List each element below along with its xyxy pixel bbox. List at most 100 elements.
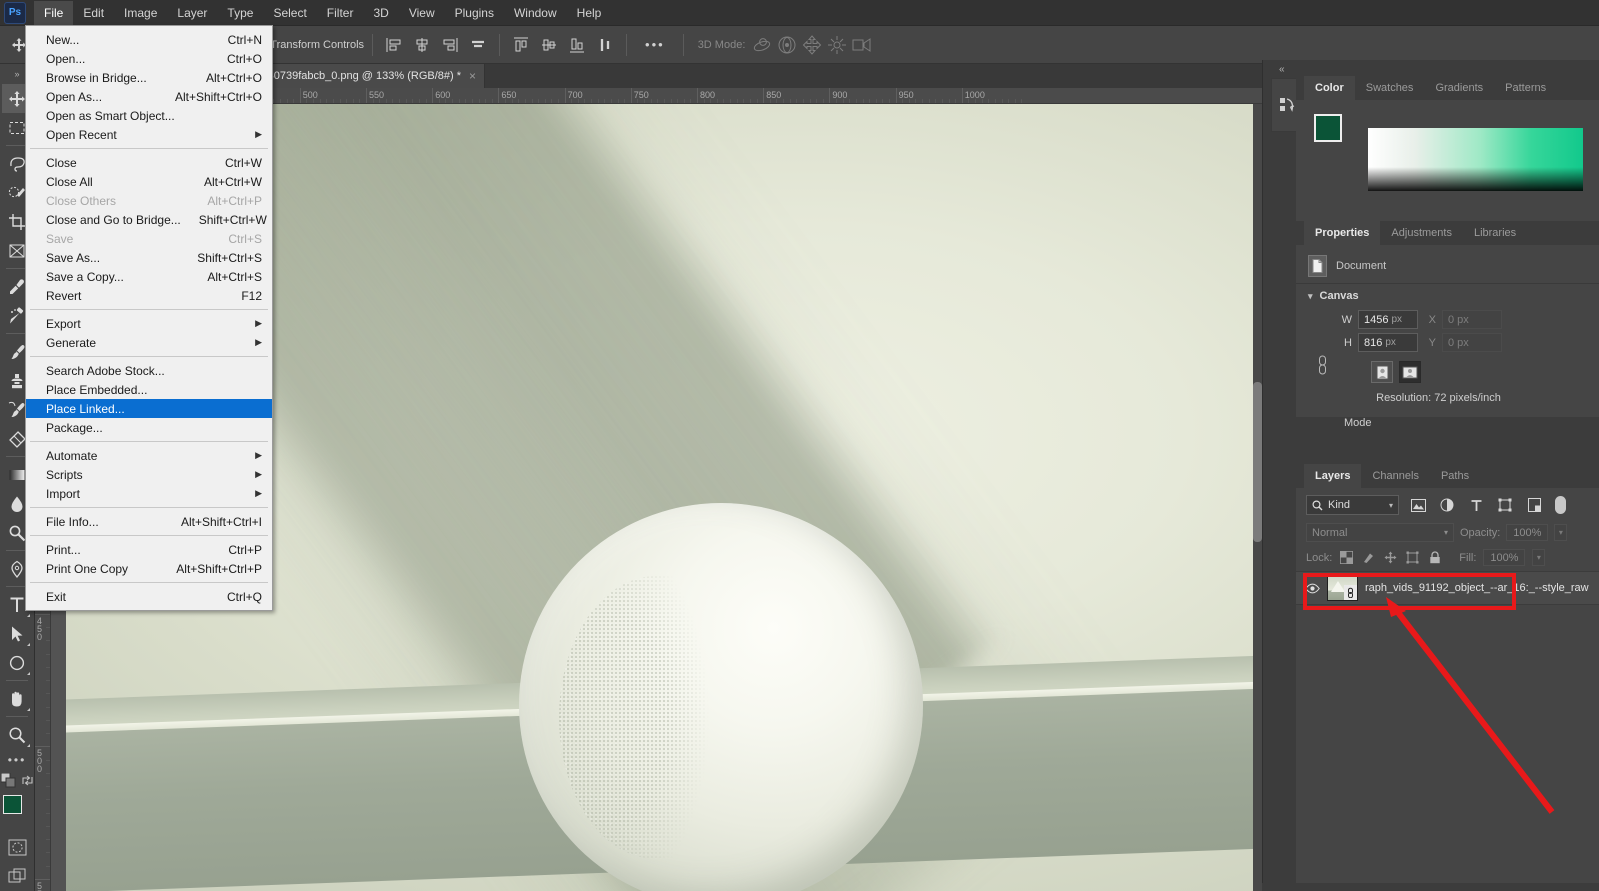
menu-item-generate[interactable]: Generate ▶ bbox=[26, 333, 272, 352]
ellipse-tool-icon[interactable] bbox=[2, 648, 32, 677]
menu-help[interactable]: Help bbox=[567, 1, 612, 25]
landscape-orientation-icon[interactable] bbox=[1399, 361, 1421, 383]
edit-toolbar-icon[interactable]: ••• bbox=[8, 753, 27, 767]
menu-type[interactable]: Type bbox=[217, 1, 263, 25]
adjustment-filter-icon[interactable] bbox=[1437, 496, 1457, 514]
more-options-icon[interactable]: ••• bbox=[635, 38, 675, 51]
eye-icon[interactable] bbox=[1304, 580, 1320, 596]
menu-item-new[interactable]: New... Ctrl+N bbox=[26, 30, 272, 49]
menu-item-open-as-smart-object[interactable]: Open as Smart Object... bbox=[26, 106, 272, 125]
orbit-3d-icon[interactable] bbox=[751, 34, 773, 56]
link-dimensions-icon[interactable] bbox=[1317, 354, 1328, 379]
menu-item-automate[interactable]: Automate ▶ bbox=[26, 446, 272, 465]
layer-row[interactable]: raph_vids_91192_object_--ar_16:_--style_… bbox=[1296, 571, 1599, 605]
menu-item-import[interactable]: Import ▶ bbox=[26, 484, 272, 503]
align-right-edges-icon[interactable] bbox=[437, 33, 463, 57]
layer-thumbnail[interactable] bbox=[1327, 575, 1358, 601]
foreground-color-swatch[interactable] bbox=[3, 795, 22, 814]
chevron-down-icon[interactable]: ▾ bbox=[1308, 291, 1313, 302]
color-spectrum-ramp[interactable] bbox=[1368, 128, 1583, 191]
menu-item-close[interactable]: Close Ctrl+W bbox=[26, 153, 272, 172]
properties-tab-properties[interactable]: Properties bbox=[1304, 221, 1381, 245]
align-bottom-edges-icon[interactable] bbox=[564, 33, 590, 57]
menu-file[interactable]: File bbox=[34, 0, 74, 25]
hand-tool-icon[interactable] bbox=[2, 684, 32, 713]
opacity-value[interactable]: 100% bbox=[1506, 524, 1549, 541]
collapse-panels-icon[interactable]: « bbox=[1279, 64, 1285, 75]
canvas-scrollbar-thumb[interactable] bbox=[1253, 382, 1262, 542]
quick-mask-mode-icon[interactable] bbox=[2, 833, 32, 862]
menu-item-print-one-copy[interactable]: Print One Copy Alt+Shift+Ctrl+P bbox=[26, 559, 272, 578]
color-tab-gradients[interactable]: Gradients bbox=[1424, 76, 1495, 100]
properties-tab-libraries[interactable]: Libraries bbox=[1462, 221, 1528, 245]
color-tab-patterns[interactable]: Patterns bbox=[1494, 76, 1558, 100]
foreground-color-swatch[interactable] bbox=[1314, 114, 1342, 142]
align-left-edges-icon[interactable] bbox=[381, 33, 407, 57]
menu-item-place-linked[interactable]: Place Linked... bbox=[26, 399, 272, 418]
shape-filter-icon[interactable] bbox=[1495, 496, 1515, 514]
menu-item-scripts[interactable]: Scripts ▶ bbox=[26, 465, 272, 484]
layers-tab-channels[interactable]: Channels bbox=[1361, 464, 1430, 488]
path-selection-tool-icon[interactable] bbox=[2, 619, 32, 648]
filter-toggle-switch[interactable] bbox=[1555, 496, 1566, 514]
menu-item-revert[interactable]: Revert F12 bbox=[26, 286, 272, 305]
pan-3d-icon[interactable] bbox=[801, 34, 823, 56]
menu-image[interactable]: Image bbox=[114, 1, 167, 25]
distribute-vertical-icon[interactable] bbox=[592, 33, 618, 57]
menu-item-browse-in-bridge[interactable]: Browse in Bridge... Alt+Ctrl+O bbox=[26, 68, 272, 87]
camera-3d-icon[interactable] bbox=[851, 34, 873, 56]
menu-item-file-info[interactable]: File Info... Alt+Shift+Ctrl+I bbox=[26, 512, 272, 531]
swap-colors-icon[interactable] bbox=[21, 774, 34, 790]
lock-artboard-nesting-icon[interactable] bbox=[1405, 550, 1420, 565]
menu-item-open-as[interactable]: Open As... Alt+Shift+Ctrl+O bbox=[26, 87, 272, 106]
width-input[interactable]: 1456 px bbox=[1358, 310, 1418, 329]
properties-tab-adjustments[interactable]: Adjustments bbox=[1380, 221, 1463, 245]
menu-plugins[interactable]: Plugins bbox=[445, 1, 504, 25]
fill-stepper-icon[interactable]: ▾ bbox=[1532, 549, 1546, 566]
slide-3d-icon[interactable] bbox=[826, 34, 848, 56]
menu-window[interactable]: Window bbox=[504, 1, 567, 25]
close-icon[interactable]: × bbox=[469, 70, 476, 82]
distribute-horizontal-icon[interactable] bbox=[465, 33, 491, 57]
align-horizontal-centers-icon[interactable] bbox=[409, 33, 435, 57]
zoom-tool-icon[interactable] bbox=[2, 720, 32, 749]
color-panel-swatches[interactable] bbox=[1314, 114, 1360, 160]
menu-item-close-all[interactable]: Close All Alt+Ctrl+W bbox=[26, 172, 272, 191]
lock-image-pixels-icon[interactable] bbox=[1361, 550, 1376, 565]
chevron-down-icon[interactable]: ▾ bbox=[1389, 501, 1393, 510]
align-top-edges-icon[interactable] bbox=[508, 33, 534, 57]
canvas-section-header[interactable]: ▾ Canvas bbox=[1296, 283, 1599, 306]
layers-tab-paths[interactable]: Paths bbox=[1429, 464, 1481, 488]
layers-tab-layers[interactable]: Layers bbox=[1304, 464, 1362, 488]
menu-item-print[interactable]: Print... Ctrl+P bbox=[26, 540, 272, 559]
screen-mode-icon[interactable] bbox=[2, 862, 32, 891]
pixel-filter-icon[interactable] bbox=[1408, 496, 1428, 514]
chevron-down-icon[interactable]: ▾ bbox=[1444, 528, 1448, 537]
file-menu-dropdown[interactable]: New... Ctrl+N Open... Ctrl+O Browse in Bridg… bbox=[25, 25, 273, 611]
fill-value[interactable]: 100% bbox=[1483, 549, 1526, 566]
menu-3d[interactable]: 3D bbox=[363, 1, 398, 25]
smart-object-filter-icon[interactable] bbox=[1524, 496, 1544, 514]
menu-item-save-a-copy[interactable]: Save a Copy... Alt+Ctrl+S bbox=[26, 267, 272, 286]
portrait-orientation-icon[interactable] bbox=[1371, 361, 1393, 383]
layer-filter-kind-select[interactable]: Kind ▾ bbox=[1306, 495, 1399, 515]
menu-layer[interactable]: Layer bbox=[167, 1, 217, 25]
menu-filter[interactable]: Filter bbox=[317, 1, 364, 25]
default-colors-icon[interactable] bbox=[0, 772, 16, 791]
roll-3d-icon[interactable] bbox=[776, 34, 798, 56]
layer-name[interactable]: raph_vids_91192_object_--ar_16:_--style_… bbox=[1365, 582, 1589, 594]
blend-mode-select[interactable]: Normal ▾ bbox=[1306, 523, 1454, 542]
height-input[interactable]: 816 px bbox=[1358, 333, 1418, 352]
opacity-stepper-icon[interactable]: ▾ bbox=[1554, 524, 1568, 541]
lock-position-icon[interactable] bbox=[1383, 550, 1398, 565]
menu-item-place-embedded[interactable]: Place Embedded... bbox=[26, 380, 272, 399]
align-vertical-centers-icon[interactable] bbox=[536, 33, 562, 57]
color-tab-color[interactable]: Color bbox=[1304, 76, 1355, 100]
lock-transparent-pixels-icon[interactable] bbox=[1339, 550, 1354, 565]
menu-item-open[interactable]: Open... Ctrl+O bbox=[26, 49, 272, 68]
menu-item-package[interactable]: Package... bbox=[26, 418, 272, 437]
y-input[interactable]: 0 px bbox=[1442, 333, 1502, 352]
x-input[interactable]: 0 px bbox=[1442, 310, 1502, 329]
menu-select[interactable]: Select bbox=[263, 1, 316, 25]
lock-all-icon[interactable] bbox=[1427, 550, 1442, 565]
